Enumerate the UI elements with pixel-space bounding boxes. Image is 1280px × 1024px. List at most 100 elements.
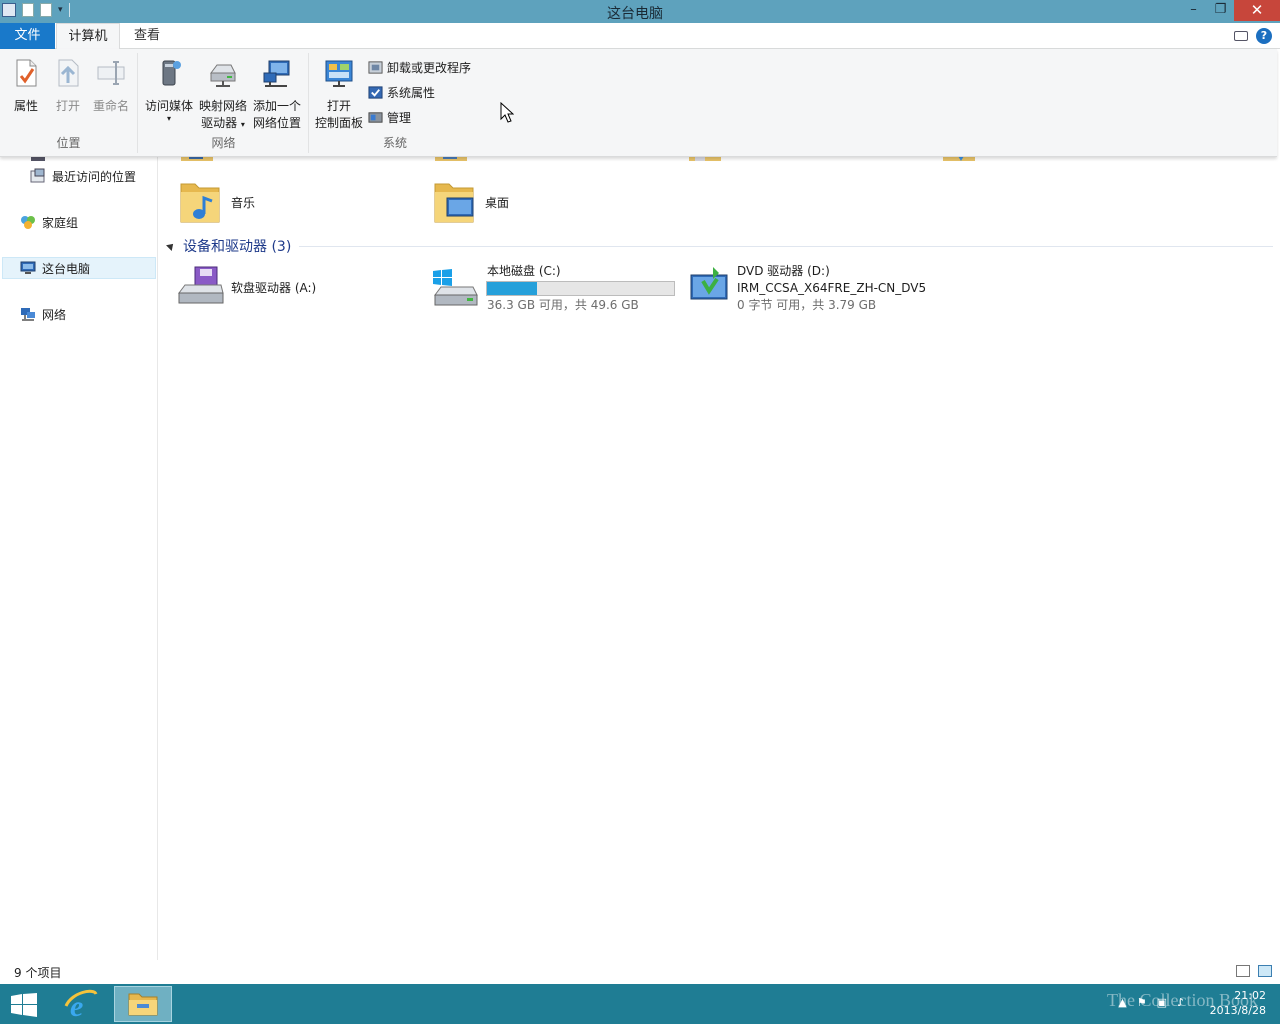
dvd-drive-icon [690, 267, 728, 300]
media-server-icon [162, 60, 181, 86]
collapse-arrow-icon[interactable] [166, 241, 176, 251]
ribbon: 属性 打开 重命名 位置 访问媒体 ▾ 映射网络 驱动器 ▾ 添加一个 网络位置… [0, 49, 1277, 157]
access-media-button[interactable]: 访问媒体 ▾ [143, 57, 195, 123]
open-button[interactable]: 打开 [50, 57, 86, 115]
section-divider [299, 245, 1273, 247]
clock-date: 2013/8/28 [1209, 1004, 1266, 1017]
devices-section-title: 设备和驱动器 (3) [183, 239, 292, 255]
volume-icon[interactable]: ♪ [1177, 996, 1184, 1009]
drive-usage-fill [487, 282, 538, 295]
network-group-label: 网络 [211, 136, 236, 150]
drive-dvd-d-label: DVD 驱动器 (D:) [737, 264, 830, 278]
taskbar: e The Collection Book ▲ ⚑ ▣ ♪ 21:02 2013… [0, 984, 1280, 1024]
drive-dvd-d-volume: IRM_CCSA_X64FRE_ZH-CN_DV5 [737, 281, 927, 295]
drive-local-c-info: 本地磁盘 (C:) 36.3 GB 可用，共 49.6 GB [486, 263, 675, 314]
nav-item-this-pc-label: 这台电脑 [42, 261, 91, 276]
add-location-label-1: 添加一个 [252, 99, 301, 113]
open-icon [58, 59, 79, 87]
maximize-button[interactable]: ❐ [1207, 0, 1234, 21]
window-title: 这台电脑 [607, 6, 663, 22]
clock[interactable]: 21:02 2013/8/28 [1210, 988, 1266, 1018]
properties-label: 属性 [13, 99, 38, 113]
drive-dvd-d[interactable]: DVD 驱动器 (D:) IRM_CCSA_X64FRE_ZH-CN_DV5 0… [689, 263, 926, 314]
file-explorer-taskbar-button[interactable] [114, 986, 172, 1022]
details-view-icon[interactable] [1236, 965, 1250, 977]
windows-drive-icon [433, 269, 478, 306]
tab-view[interactable]: 查看 [124, 23, 170, 49]
dropdown-arrow-icon: ▾ [240, 120, 245, 129]
nav-item-network[interactable]: 网络 [20, 305, 66, 323]
start-button[interactable] [10, 993, 38, 1017]
location-group-label: 位置 [56, 136, 81, 150]
window-controls: – ❐ ✕ [1180, 0, 1280, 21]
open-cp-label-2: 控制面板 [314, 116, 363, 130]
manage-icon [368, 112, 383, 123]
title-bar: ▾ 这台电脑 – ❐ ✕ [0, 0, 1280, 23]
network-icon [21, 308, 35, 321]
tab-file[interactable]: 文件 [0, 23, 55, 49]
music-folder-icon [180, 183, 220, 223]
minimize-button[interactable]: – [1180, 0, 1207, 21]
drive-dvd-d-info: DVD 驱动器 (D:) IRM_CCSA_X64FRE_ZH-CN_DV5 0… [737, 263, 926, 314]
file-explorer-icon [128, 993, 158, 1016]
dropdown-arrow-icon: ▾ [166, 114, 171, 123]
nav-item-this-pc[interactable]: 这台电脑 [2, 257, 156, 279]
rename-button[interactable]: 重命名 [90, 57, 132, 115]
navigation-pane: 最近访问的位置 家庭组 这台电脑 网络 [0, 151, 158, 960]
internet-explorer-icon[interactable]: e [62, 988, 100, 1022]
map-drive-label-2: 驱动器 [201, 116, 238, 130]
ribbon-tabs: 文件 计算机 查看 ? [0, 23, 1280, 50]
desktop-folder-icon [434, 183, 474, 223]
help-icon[interactable]: ? [1256, 28, 1272, 44]
map-network-drive-button[interactable]: 映射网络 驱动器 ▾ [197, 57, 249, 133]
system-properties-button[interactable]: 系统属性 [368, 84, 435, 101]
drive-floppy[interactable]: 软盘驱动器 (A:) [177, 265, 316, 309]
properties-button[interactable]: 属性 [8, 57, 44, 115]
action-center-flag-icon[interactable]: ⚑ [1137, 996, 1147, 1009]
folder-desktop-label: 桌面 [485, 195, 510, 210]
add-network-location-button[interactable]: 添加一个 网络位置 [249, 57, 305, 132]
view-switcher [1236, 965, 1272, 977]
open-control-panel-button[interactable]: 打开 控制面板 [314, 57, 364, 132]
item-count: 9 个项目 [14, 966, 62, 980]
rename-label: 重命名 [92, 99, 129, 113]
floppy-drive-icon [178, 266, 224, 304]
uninstall-programs-button[interactable]: 卸载或更改程序 [368, 59, 471, 76]
open-label: 打开 [55, 99, 80, 113]
network-tray-icon[interactable]: ▣ [1157, 996, 1167, 1009]
folder-music[interactable]: 音乐 [179, 178, 255, 226]
network-location-icon [263, 60, 290, 87]
programs-icon [368, 61, 383, 74]
system-group-label: 系统 [382, 136, 407, 150]
drive-dvd-d-detail: 0 字节 可用，共 3.79 GB [737, 298, 877, 312]
devices-section-header[interactable]: 设备和驱动器 (3) [166, 236, 1273, 256]
large-icons-view-icon[interactable] [1258, 965, 1272, 977]
homegroup-icon [21, 216, 35, 229]
tray-expand-icon[interactable]: ▲ [1118, 996, 1126, 1009]
nav-item-homegroup[interactable]: 家庭组 [20, 213, 78, 231]
rename-icon [97, 61, 125, 85]
open-cp-label-1: 打开 [326, 99, 351, 113]
nav-item-recent[interactable]: 最近访问的位置 [30, 167, 136, 185]
map-drive-label-1: 映射网络 [198, 99, 247, 113]
folder-desktop[interactable]: 桌面 [433, 178, 509, 226]
status-bar: 9 个项目 [0, 960, 1280, 984]
ribbon-group-network: 访问媒体 ▾ 映射网络 驱动器 ▾ 添加一个 网络位置 网络 [139, 53, 309, 153]
folder-music-label: 音乐 [231, 195, 256, 210]
pin-ribbon-icon[interactable] [1234, 31, 1248, 41]
drive-local-c[interactable]: 本地磁盘 (C:) 36.3 GB 可用，共 49.6 GB [431, 263, 675, 314]
control-panel-icon [325, 60, 353, 87]
manage-button[interactable]: 管理 [368, 109, 411, 126]
recent-places-icon [30, 168, 45, 183]
drive-local-c-detail: 36.3 GB 可用，共 49.6 GB [487, 298, 639, 312]
network-drive-icon [210, 64, 236, 87]
nav-item-network-label: 网络 [42, 307, 67, 322]
tab-computer[interactable]: 计算机 [56, 23, 120, 50]
content-pane: 音乐 桌面 设备和驱动器 (3) 软盘驱动器 (A:) 本地磁盘 (C:) 36… [159, 151, 1280, 960]
computer-icon [20, 261, 36, 274]
drive-floppy-label: 软盘驱动器 (A:) [231, 280, 317, 295]
system-properties-icon [368, 86, 383, 99]
system-properties-label: 系统属性 [387, 86, 436, 100]
close-button[interactable]: ✕ [1234, 0, 1280, 21]
mouse-cursor-icon [500, 102, 514, 123]
